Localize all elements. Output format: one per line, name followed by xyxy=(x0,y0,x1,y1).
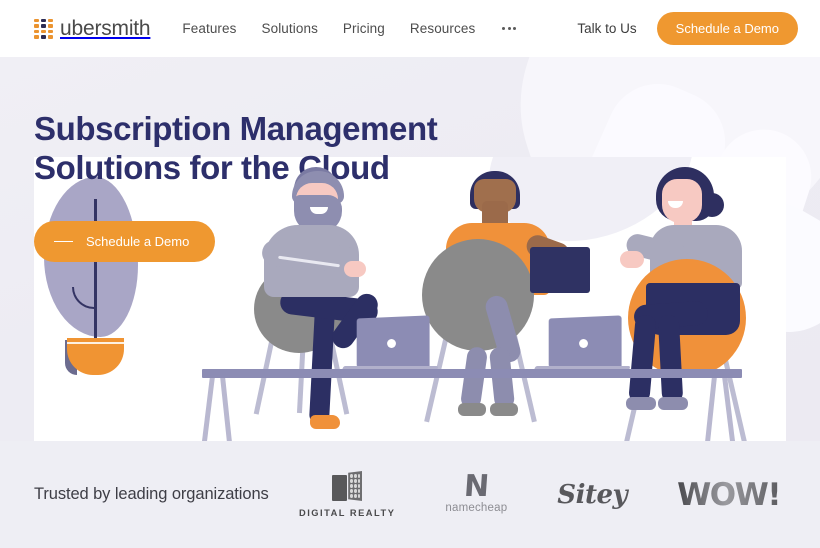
brand-logo-link[interactable]: ubersmith xyxy=(34,16,151,41)
partner-logo-list: DIGITAL REALTY N namecheap Sitey WOW! xyxy=(299,469,782,518)
site-header: ubersmith Features Solutions Pricing Res… xyxy=(0,0,820,57)
ubersmith-dot-grid-logo-icon xyxy=(34,18,53,39)
sitey-logo-icon: Sitey xyxy=(557,480,627,510)
desk-surface xyxy=(202,369,742,378)
hero-title-line-1: Subscription Management xyxy=(34,110,438,147)
digital-realty-logo-icon: DIGITAL REALTY xyxy=(299,471,395,518)
schedule-demo-button-header[interactable]: Schedule a Demo xyxy=(656,12,798,45)
wow-logo-icon: WOW! xyxy=(677,476,781,513)
digital-realty-label: DIGITAL REALTY xyxy=(298,508,396,518)
person-figure-left xyxy=(244,165,424,435)
talk-to-us-link[interactable]: Talk to Us xyxy=(577,21,636,36)
nav-item-solutions[interactable]: Solutions xyxy=(261,21,317,36)
dash-icon xyxy=(54,240,73,243)
main-navigation: Features Solutions Pricing Resources xyxy=(182,21,518,36)
laptop-left-icon xyxy=(340,315,439,374)
hero-illustration xyxy=(34,157,786,441)
monitor-icon xyxy=(530,247,590,293)
trusted-by-heading: Trusted by leading organizations xyxy=(34,485,269,503)
schedule-demo-hero-label: Schedule a Demo xyxy=(86,234,190,249)
desk-leg xyxy=(195,375,215,441)
ellipsis-icon[interactable] xyxy=(500,21,518,36)
laptop-right-icon xyxy=(532,315,631,374)
brand-name: ubersmith xyxy=(60,16,151,40)
desk-leg xyxy=(220,375,238,441)
person-figure-right xyxy=(604,163,784,441)
nav-item-features[interactable]: Features xyxy=(182,21,236,36)
schedule-demo-button-hero[interactable]: Schedule a Demo xyxy=(34,221,216,262)
nav-item-pricing[interactable]: Pricing xyxy=(343,21,385,36)
sitey-label: Sitey xyxy=(557,479,628,510)
trusted-by-section: Trusted by leading organizations DIGITAL… xyxy=(0,441,820,548)
namecheap-mark: N xyxy=(462,469,491,504)
wow-label: WOW! xyxy=(677,476,781,513)
person-figure-center xyxy=(422,167,594,432)
namecheap-logo-icon: N namecheap xyxy=(445,469,507,514)
nav-item-resources[interactable]: Resources xyxy=(410,21,475,36)
header-actions: Talk to Us Schedule a Demo xyxy=(577,12,798,45)
hero-section: Subscription Management Solutions for th… xyxy=(0,57,820,441)
